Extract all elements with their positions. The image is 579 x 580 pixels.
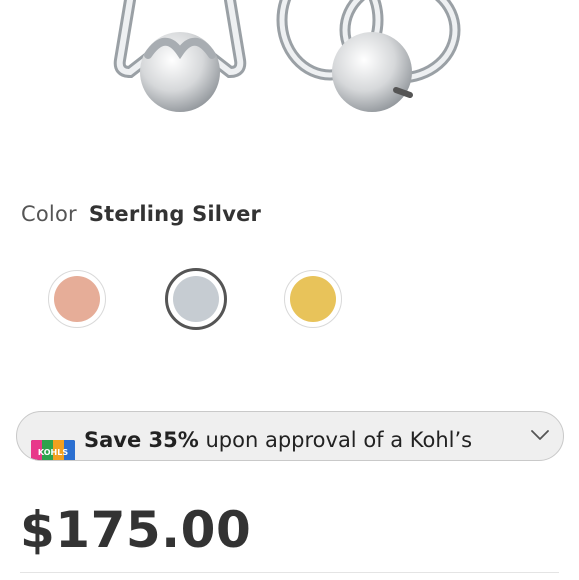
- swatch-fill: [290, 276, 336, 322]
- swatch-sterling-silver[interactable]: [165, 268, 227, 330]
- kohls-card-promo[interactable]: KOHLS Save 35% upon approval of a Kohl’s…: [16, 411, 564, 461]
- promo-text: Save 35% upon approval of a Kohl’s Card*: [84, 425, 514, 460]
- selected-color-name: Sterling Silver: [88, 202, 262, 226]
- kohls-card-logo-text: KOHLS: [38, 448, 68, 457]
- promo-asterisk: *: [133, 458, 144, 460]
- swatch-rose-gold[interactable]: [48, 270, 106, 328]
- promo-discount: Save 35%: [84, 428, 199, 452]
- swatch-fill: [54, 276, 100, 322]
- kohls-card-icon: KOHLS: [31, 440, 75, 460]
- color-row: Color Sterling Silver: [21, 202, 261, 226]
- swatch-fill: [173, 276, 219, 322]
- divider: [20, 572, 559, 573]
- color-label: Color: [21, 202, 77, 226]
- swatch-gold[interactable]: [284, 270, 342, 328]
- chevron-down-icon[interactable]: [531, 429, 549, 441]
- price: $175.00: [20, 501, 252, 559]
- product-image: [113, 0, 461, 112]
